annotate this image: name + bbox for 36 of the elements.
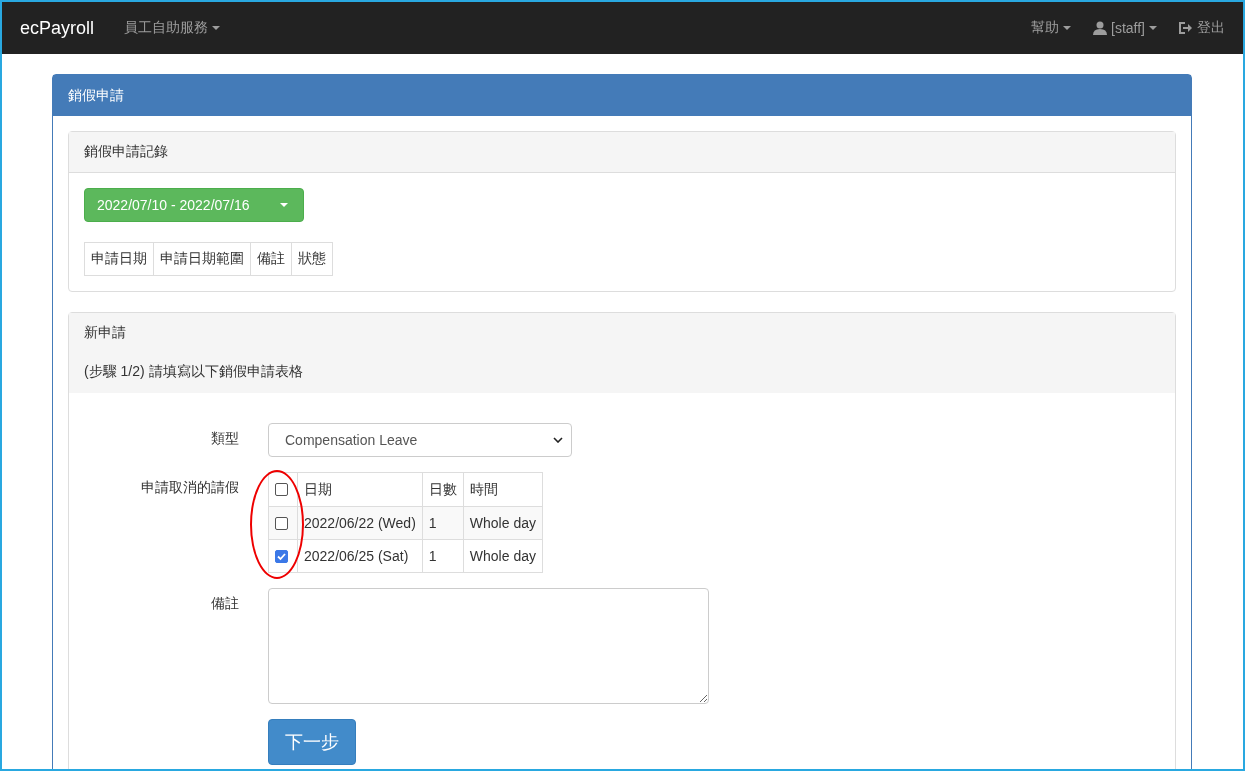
row-checkbox[interactable]: [275, 516, 288, 530]
panel-title: 銷假申請: [53, 75, 1191, 116]
row-checkbox[interactable]: [275, 549, 288, 563]
next-button[interactable]: 下一步: [268, 719, 356, 765]
select-all-checkbox[interactable]: [275, 483, 288, 496]
logout-icon: [1179, 21, 1193, 35]
step-instruction: (步驟 1/2) 請填寫以下銷假申請表格: [84, 363, 304, 381]
caret-icon: [212, 26, 221, 30]
section-title: 新申請: [84, 324, 127, 342]
chevron-icon: [553, 437, 563, 443]
column-header: 狀態: [291, 242, 333, 276]
field-label: 申請取消的請假: [140, 478, 240, 497]
nav-menu[interactable]: 登出: [1179, 19, 1225, 37]
nav-menu[interactable]: 員工自助服務: [124, 19, 221, 37]
brand-logo[interactable]: ecPayroll: [20, 17, 95, 39]
column-header: 時間: [463, 472, 543, 507]
type-select[interactable]: Compensation Leave: [268, 423, 572, 457]
column-header: 日數: [422, 472, 464, 507]
table-cell: 1: [422, 539, 464, 573]
user-icon: [1093, 21, 1107, 35]
field-label: 備註: [210, 594, 240, 613]
column-header: 申請日期: [84, 242, 154, 276]
caret-icon: [279, 203, 288, 207]
field-label: 類型: [210, 429, 240, 448]
caret-icon: [1149, 26, 1157, 30]
nav-menu[interactable]: [staff]: [1093, 20, 1157, 36]
table-cell: 2022/06/22 (Wed): [297, 506, 423, 540]
nav-menu[interactable]: 幫助: [1031, 19, 1071, 37]
table-cell: 2022/06/25 (Sat): [297, 539, 423, 573]
section-title: 銷假申請記錄: [84, 143, 168, 159]
table-cell: Whole day: [463, 506, 543, 540]
column-header: 備註: [250, 242, 292, 276]
column-header: 申請日期範圍: [153, 242, 251, 276]
table-cell: Whole day: [463, 539, 543, 573]
column-header: 日期: [297, 472, 423, 507]
caret-icon: [1063, 26, 1071, 30]
